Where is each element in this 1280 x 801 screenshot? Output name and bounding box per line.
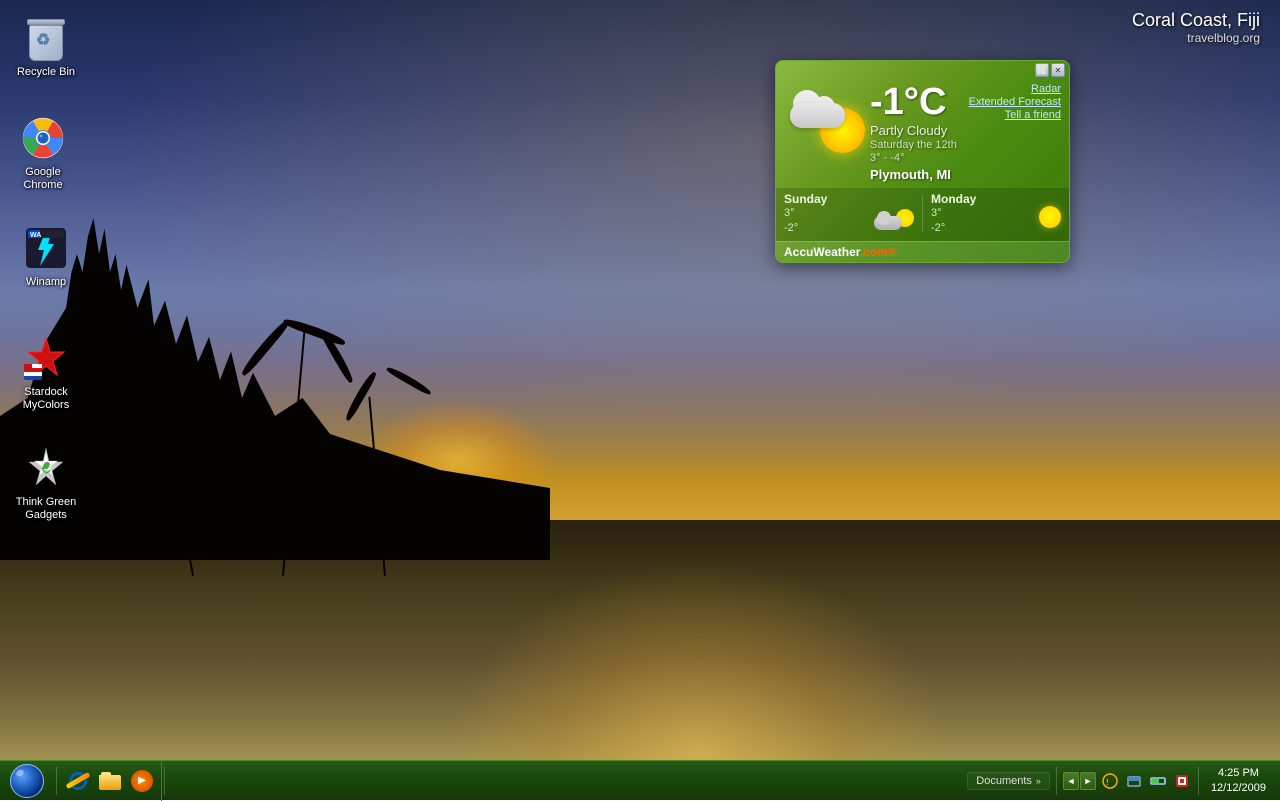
recycle-bin-image: ♻ <box>22 14 70 62</box>
forecast-monday-name: Monday <box>931 192 976 206</box>
start-button[interactable] <box>0 761 54 801</box>
forecast-sunday-low: -2° <box>784 221 798 236</box>
weather-restore-button[interactable]: ⬜ <box>1035 63 1049 77</box>
weather-icon-area <box>780 83 870 163</box>
google-chrome-icon[interactable]: Google Chrome <box>7 110 79 196</box>
think-green-label: Think GreenGadgets <box>16 496 77 522</box>
think-green-icon-image <box>22 444 70 492</box>
location-name: Coral Coast, Fiji <box>1132 10 1260 31</box>
forecast-monday-icon <box>1019 192 1061 232</box>
taskbar-divider-3 <box>1056 767 1057 795</box>
weather-footer: AccuWeather.com® <box>776 241 1069 262</box>
tray-right-arrow-button[interactable]: ► <box>1080 772 1096 790</box>
forecast-sunday: Sunday 3° -2° <box>784 192 864 237</box>
media-player-icon: ▶ <box>131 770 153 792</box>
forecast-monday: Monday 3° -2° <box>931 192 1011 237</box>
taskbar: ▶ Documents » ◄ ► ! <box>0 760 1280 800</box>
ie-icon <box>67 770 89 792</box>
forecast-divider <box>922 196 923 232</box>
desktop: Coral Coast, Fiji travelblog.org ♻ Recyc… <box>0 0 1280 800</box>
stardock-icon[interactable]: Stardock MyColors <box>10 330 82 416</box>
taskbar-right: Documents » ◄ ► ! <box>959 761 1280 801</box>
forecast-sunday-name: Sunday <box>784 192 827 206</box>
folder-body <box>99 775 121 790</box>
tray-icon-4[interactable] <box>1172 771 1192 791</box>
tray-icon-2[interactable] <box>1124 771 1144 791</box>
clock-area[interactable]: 4:25 PM 12/12/2009 <box>1205 764 1272 797</box>
forecast-monday-low: -2° <box>931 221 945 236</box>
clock-date: 12/12/2009 <box>1211 781 1266 795</box>
clock-time: 4:25 PM <box>1218 766 1259 780</box>
location-text: Coral Coast, Fiji travelblog.org <box>1132 10 1260 45</box>
recycle-symbol: ♻ <box>36 30 50 50</box>
documents-button[interactable]: Documents » <box>967 772 1050 790</box>
weather-titlebar: ⬜ ✕ <box>776 61 1069 79</box>
extended-forecast-link[interactable]: Extended Forecast <box>969 96 1061 108</box>
weather-forecast: Sunday 3° -2° Monday 3° -2° <box>776 188 1069 241</box>
weather-location: Plymouth, MI <box>870 167 969 182</box>
documents-chevron-icon: » <box>1036 776 1041 786</box>
tray-arrows: ◄ ► <box>1063 772 1096 790</box>
radar-link[interactable]: Radar <box>1031 83 1061 95</box>
accu-suffix: .com® <box>860 245 897 259</box>
weather-widget: ⬜ ✕ -1°C Partly Cloudy Saturday the 12th… <box>775 60 1070 263</box>
taskbar-divider-1 <box>56 767 57 795</box>
weather-close-button[interactable]: ✕ <box>1051 63 1065 77</box>
quick-launch-bar: ▶ <box>59 761 162 801</box>
winamp-label: Winamp <box>26 276 66 289</box>
bin-body: ♻ <box>29 25 63 61</box>
tray-left-arrow-button[interactable]: ◄ <box>1063 772 1079 790</box>
weather-condition: Partly Cloudy <box>870 123 969 138</box>
svg-text:WA: WA <box>30 232 41 239</box>
weather-info: -1°C Partly Cloudy Saturday the 12th 3° … <box>870 83 969 182</box>
chrome-svg <box>21 116 65 160</box>
chrome-icon-image <box>19 114 67 162</box>
recycle-bin-icon[interactable]: ♻ Recycle Bin <box>10 10 82 83</box>
think-green-gadgets-icon[interactable]: Think GreenGadgets <box>10 440 82 526</box>
recycle-bin-graphic: ♻ <box>25 15 67 61</box>
sunday-puff-small <box>877 211 891 225</box>
monday-sun <box>1039 206 1061 228</box>
weather-links: Radar Extended Forecast Tell a friend <box>969 83 1061 121</box>
chrome-label: Google Chrome <box>11 166 75 192</box>
forecast-sunday-high: 3° <box>784 206 795 221</box>
tray-icon-4-svg <box>1174 773 1190 789</box>
ie-quicklaunch-button[interactable] <box>63 766 93 796</box>
tray-icon-3-svg <box>1150 773 1166 789</box>
media-player-quicklaunch-button[interactable]: ▶ <box>127 766 157 796</box>
forecast-monday-high: 3° <box>931 206 942 221</box>
stardock-icon-image <box>22 334 70 382</box>
weather-temperature: -1°C <box>870 83 969 121</box>
folder-quicklaunch-button[interactable] <box>95 766 125 796</box>
start-globe-icon <box>10 764 44 798</box>
documents-label: Documents <box>976 775 1032 787</box>
taskbar-programs-area <box>167 761 959 801</box>
forecast-sunday-icon <box>872 192 914 232</box>
winamp-svg: WA <box>24 226 68 270</box>
svg-text:!: ! <box>1106 778 1109 787</box>
stardock-label: Stardock MyColors <box>14 386 78 412</box>
weather-main: -1°C Partly Cloudy Saturday the 12th 3° … <box>776 79 1069 188</box>
cloud-body <box>790 103 845 128</box>
cloud-icon <box>785 93 850 128</box>
think-green-svg <box>24 446 68 490</box>
accu-brand: AccuWeather <box>784 245 860 259</box>
location-site: travelblog.org <box>1132 31 1260 45</box>
stardock-svg <box>24 336 68 380</box>
tray-icon-3[interactable] <box>1148 771 1168 791</box>
weather-date: Saturday the 12th <box>870 139 969 151</box>
taskbar-divider-2 <box>164 767 165 795</box>
weather-range: 3° - -4° <box>870 152 969 164</box>
tray-icon-1-svg: ! <box>1102 773 1118 789</box>
recycle-bin-label: Recycle Bin <box>17 66 75 79</box>
taskbar-divider-4 <box>1198 767 1199 795</box>
folder-icon <box>99 772 121 790</box>
tell-friend-link[interactable]: Tell a friend <box>1005 109 1061 121</box>
tray-icon-1[interactable]: ! <box>1100 771 1120 791</box>
winamp-icon[interactable]: WA Winamp <box>10 220 82 293</box>
winamp-icon-image: WA <box>22 224 70 272</box>
tray-icon-2-svg <box>1126 773 1142 789</box>
accuweather-logo: AccuWeather.com® <box>784 245 897 259</box>
